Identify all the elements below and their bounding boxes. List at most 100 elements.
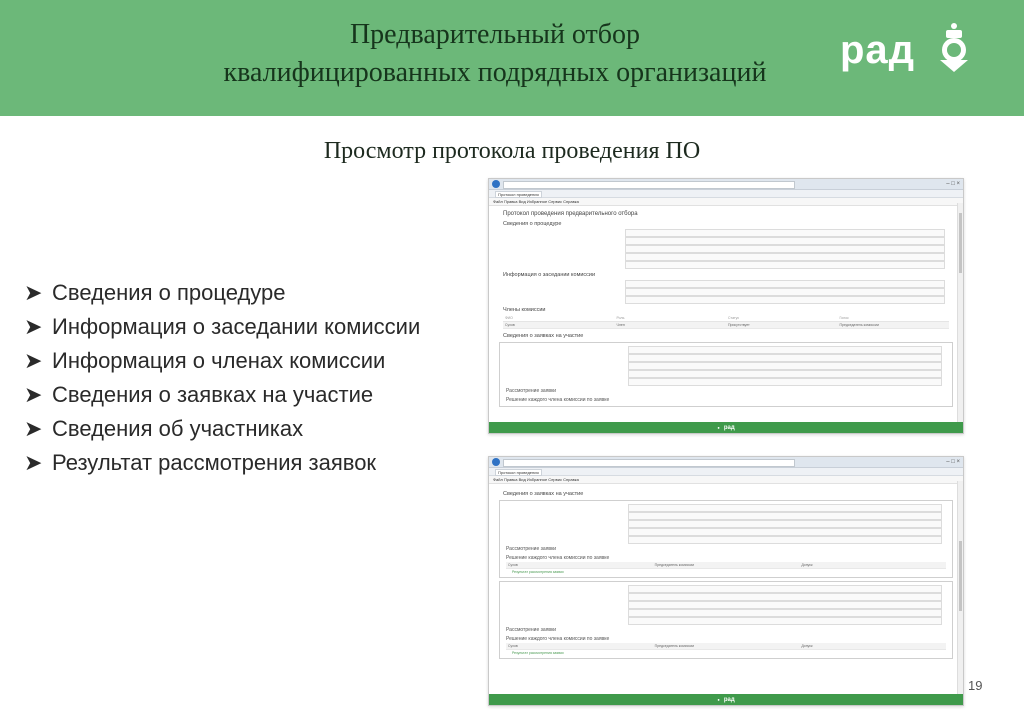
arrow-icon: ➤ — [24, 348, 43, 373]
form-row — [500, 378, 952, 386]
form-row — [500, 520, 952, 528]
form-row — [500, 354, 952, 362]
form-row — [500, 362, 952, 370]
bullet-text: Сведения об участниках — [52, 416, 304, 441]
protocol-content: Протокол проведения предварительного отб… — [489, 206, 963, 413]
protocol-title: Протокол проведения предварительного отб… — [503, 211, 638, 217]
members-header: ФИО Роль Статус Голос — [503, 315, 949, 322]
form-row — [497, 296, 955, 304]
browser-menubar: Файл Правка Вид Избранное Сервис Справка — [489, 476, 963, 484]
form-row — [500, 512, 952, 520]
title-line-1: Предварительный отбор — [349, 19, 641, 50]
bullet-item: ➤ Сведения об участниках — [24, 412, 474, 446]
table-row[interactable]: Сухов Председатель комиссии Допуск — [506, 643, 946, 650]
section-applications: Сведения о заявках на участие — [503, 333, 584, 339]
browser-tab[interactable]: Протокол проведения — [495, 191, 542, 198]
header-banner: Предварительный отбор квалифицированных … — [0, 0, 1024, 116]
form-row — [497, 253, 955, 261]
portal-footer: ● рад — [489, 422, 963, 433]
arrow-icon: ➤ — [24, 314, 43, 339]
address-bar[interactable] — [503, 459, 795, 467]
bullet-item: ➤ Сведения о процедуре — [24, 276, 474, 310]
scrollbar[interactable] — [957, 481, 963, 694]
review-label[interactable]: Рассмотрение заявки — [506, 546, 952, 552]
browser-menubar: Файл Правка Вид Избранное Сервис Справка — [489, 198, 963, 206]
crest-icon — [940, 23, 968, 72]
browser-tabbar: Протокол проведения — [489, 190, 963, 198]
bullet-item: ➤ Сведения о заявках на участие — [24, 378, 474, 412]
arrow-icon: ➤ — [24, 280, 43, 305]
table-row[interactable]: Сухов Член Присутствует Председатель ком… — [503, 322, 949, 329]
logo-text: рад — [840, 28, 916, 72]
portal-footer: ● рад — [489, 694, 963, 705]
form-row — [500, 370, 952, 378]
table-cell: Присутствует — [728, 323, 750, 327]
table-cell: Сухов — [505, 323, 515, 327]
bullet-text: Результат рассмотрения заявок — [52, 450, 377, 475]
table-cell: Председатель комиссии — [839, 323, 879, 327]
section-applications: Сведения о заявках на участие — [503, 491, 584, 497]
browser-tab[interactable]: Протокол проведения — [495, 469, 542, 476]
result-link[interactable]: Результат рассмотрения заявки — [512, 570, 952, 574]
section-members: Члены комиссии — [503, 307, 546, 313]
table-cell: Председатель комиссии — [654, 563, 695, 567]
column-header: ФИО — [505, 316, 513, 320]
address-bar[interactable] — [503, 181, 795, 189]
browser-titlebar: – □ × — [489, 179, 963, 190]
browser-titlebar: – □ × — [489, 457, 963, 468]
application-box: Рассмотрение заявки Решение каждого член… — [499, 581, 953, 659]
bullet-item: ➤ Информация о членах комиссии — [24, 344, 474, 378]
application-box: Рассмотрение заявки Решение каждого член… — [499, 500, 953, 578]
browser-tabbar: Протокол проведения — [489, 468, 963, 476]
arrow-icon: ➤ — [24, 382, 43, 407]
form-row — [500, 609, 952, 617]
protocol-content: Сведения о заявках на участие Рассмотрен… — [489, 484, 963, 665]
form-row — [500, 617, 952, 625]
form-row — [500, 528, 952, 536]
footer-logo: рад — [723, 697, 735, 703]
table-cell: Сухов — [508, 644, 518, 648]
scrollbar[interactable] — [957, 203, 963, 422]
menu-items[interactable]: Файл Правка Вид Избранное Сервис Справка — [489, 476, 963, 483]
form-row — [500, 504, 952, 512]
rad-logo: рад — [840, 23, 990, 86]
decision-label: Решение каждого члена комиссии по заявке — [506, 636, 610, 642]
form-row — [497, 288, 955, 296]
bullet-list: ➤ Сведения о процедуре ➤ Информация о засе… — [24, 276, 474, 480]
table-cell: Сухов — [508, 563, 518, 567]
table-cell: Председатель комиссии — [654, 644, 695, 648]
table-row[interactable]: Сухов Председатель комиссии Допуск — [506, 562, 946, 569]
bullet-item: ➤ Информация о заседании комиссии — [24, 310, 474, 344]
form-row — [500, 601, 952, 609]
back-icon[interactable] — [492, 458, 500, 466]
column-header: Роль — [616, 316, 625, 320]
application-box: Рассмотрение заявки Решение каждого член… — [499, 342, 953, 407]
review-label[interactable]: Рассмотрение заявки — [506, 388, 952, 394]
slide-title: Предварительный отбор квалифицированных … — [150, 16, 840, 92]
window-controls-icon[interactable]: – □ × — [946, 180, 960, 188]
form-row — [500, 593, 952, 601]
window-controls-icon[interactable]: – □ × — [946, 458, 960, 466]
slide-subtitle: Просмотр протокола проведения ПО — [323, 138, 701, 164]
section-meeting: Информация о заседании комиссии — [503, 272, 596, 278]
form-row — [497, 245, 955, 253]
column-header: Голос — [839, 316, 849, 320]
decision-label: Решение каждого члена комиссии по заявке — [506, 397, 610, 403]
review-label[interactable]: Рассмотрение заявки — [506, 627, 952, 633]
page-number: 19 — [968, 678, 983, 693]
column-header: Статус — [728, 316, 740, 320]
form-row — [500, 346, 952, 354]
back-icon[interactable] — [492, 180, 500, 188]
bullet-text: Информация о членах комиссии — [52, 348, 386, 373]
menu-items[interactable]: Файл Правка Вид Избранное Сервис Справка — [489, 198, 963, 205]
result-link[interactable]: Результат рассмотрения заявки — [512, 651, 952, 655]
arrow-icon: ➤ — [24, 450, 43, 475]
decision-label: Решение каждого члена комиссии по заявке — [506, 555, 610, 561]
form-row — [497, 280, 955, 288]
footer-logo: рад — [723, 425, 735, 431]
bullet-text: Сведения о процедуре — [52, 280, 286, 305]
bullet-text: Сведения о заявках на участие — [52, 382, 374, 407]
bullet-item: ➤ Результат рассмотрения заявок — [24, 446, 474, 480]
title-line-2: квалифицированных подрядных организаций — [223, 57, 767, 88]
form-row — [497, 237, 955, 245]
